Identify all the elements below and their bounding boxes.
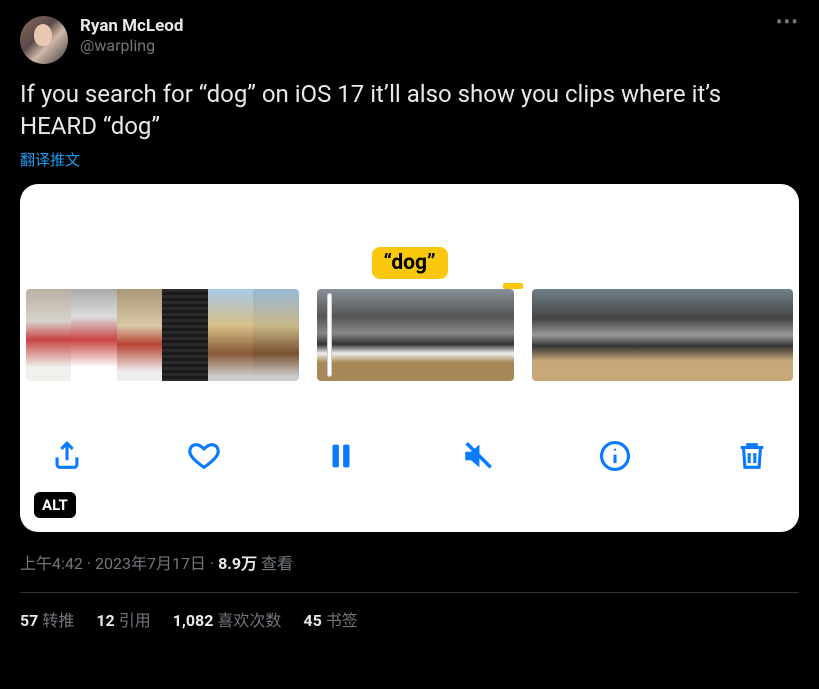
likes-stat[interactable]: 1,082喜欢次数 bbox=[173, 607, 282, 631]
alt-badge[interactable]: ALT bbox=[34, 492, 76, 518]
video-frame bbox=[415, 289, 464, 381]
media-card[interactable]: “dog” bbox=[20, 184, 799, 532]
mute-icon[interactable] bbox=[459, 437, 497, 475]
tweet-date[interactable]: 2023年7月17日 bbox=[95, 554, 206, 573]
views-count: 8.9万 bbox=[218, 554, 257, 573]
video-frame bbox=[663, 289, 706, 381]
video-frame bbox=[465, 289, 514, 381]
user-block[interactable]: Ryan McLeod @warpling bbox=[80, 16, 764, 55]
video-frame bbox=[71, 289, 116, 381]
heart-icon[interactable] bbox=[185, 437, 223, 475]
video-frame bbox=[750, 289, 793, 381]
divider bbox=[20, 592, 799, 593]
views-label: 查看 bbox=[257, 554, 293, 573]
playhead-indicator[interactable] bbox=[327, 293, 332, 377]
video-frame bbox=[162, 289, 207, 381]
video-frame bbox=[117, 289, 162, 381]
display-name: Ryan McLeod bbox=[80, 16, 764, 36]
video-frame bbox=[366, 289, 415, 381]
tweet-time[interactable]: 上午4:42 bbox=[20, 554, 83, 573]
tweet-header: Ryan McLeod @warpling ••• bbox=[20, 16, 799, 64]
clip-group[interactable] bbox=[532, 289, 793, 381]
video-frame bbox=[706, 289, 749, 381]
video-filmstrip[interactable] bbox=[20, 289, 799, 381]
media-toolbar bbox=[20, 381, 799, 532]
tweet-stats: 57转推 12引用 1,082喜欢次数 45书签 bbox=[20, 607, 799, 631]
video-frame bbox=[619, 289, 662, 381]
video-frame bbox=[576, 289, 619, 381]
media-preview-area: “dog” bbox=[20, 184, 799, 289]
video-frame bbox=[26, 289, 71, 381]
video-frame bbox=[253, 289, 298, 381]
caption-marker bbox=[503, 283, 523, 289]
retweets-stat[interactable]: 57转推 bbox=[20, 607, 74, 631]
caption-pill: “dog” bbox=[371, 247, 447, 279]
share-icon[interactable] bbox=[48, 437, 86, 475]
more-options-icon[interactable]: ••• bbox=[776, 16, 799, 28]
quotes-stat[interactable]: 12引用 bbox=[96, 607, 150, 631]
tweet-meta: 上午4:42 · 2023年7月17日 · 8.9万 查看 bbox=[20, 550, 799, 574]
clip-group[interactable] bbox=[26, 289, 299, 381]
video-frame bbox=[208, 289, 253, 381]
tweet-container: Ryan McLeod @warpling ••• If you search … bbox=[0, 0, 819, 647]
video-frame bbox=[317, 289, 366, 381]
translate-link[interactable]: 翻译推文 bbox=[20, 149, 80, 170]
bookmarks-stat[interactable]: 45书签 bbox=[303, 607, 357, 631]
trash-icon[interactable] bbox=[733, 437, 771, 475]
avatar[interactable] bbox=[20, 16, 68, 64]
video-frame bbox=[532, 289, 575, 381]
info-icon[interactable] bbox=[596, 437, 634, 475]
clip-group[interactable] bbox=[317, 289, 515, 381]
tweet-text: If you search for “dog” on iOS 17 it’ll … bbox=[20, 78, 799, 143]
user-handle: @warpling bbox=[80, 36, 764, 55]
pause-icon[interactable] bbox=[322, 437, 360, 475]
